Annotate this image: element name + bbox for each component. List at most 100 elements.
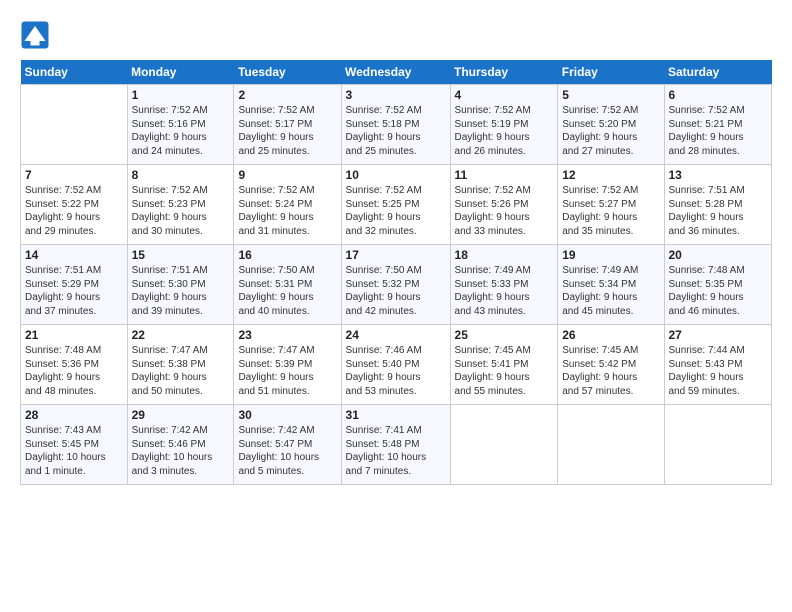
day-number: 2 [238,88,336,102]
day-number: 18 [455,248,554,262]
day-number: 23 [238,328,336,342]
calendar-cell: 15 Sunrise: 7:51 AMSunset: 5:30 PMDayligh… [127,245,234,325]
day-info: Sunrise: 7:52 AMSunset: 5:16 PMDaylight:… [132,104,230,158]
calendar-cell: 7 Sunrise: 7:52 AMSunset: 5:22 PMDaylight… [21,165,128,245]
logo-icon [20,20,50,50]
day-info: Sunrise: 7:52 AMSunset: 5:19 PMDaylight:… [455,104,554,158]
calendar-cell: 17 Sunrise: 7:50 AMSunset: 5:32 PMDayligh… [341,245,450,325]
weekday-header: Saturday [664,60,772,85]
calendar-cell: 29 Sunrise: 7:42 AMSunset: 5:46 PMDayligh… [127,405,234,485]
day-info: Sunrise: 7:48 AMSunset: 5:36 PMDaylight:… [25,344,123,398]
day-info: Sunrise: 7:52 AMSunset: 5:22 PMDaylight:… [25,184,123,238]
day-number: 14 [25,248,123,262]
calendar-cell: 10 Sunrise: 7:52 AMSunset: 5:25 PMDayligh… [341,165,450,245]
calendar-week-row: 21 Sunrise: 7:48 AMSunset: 5:36 PMDayligh… [21,325,772,405]
calendar-cell: 14 Sunrise: 7:51 AMSunset: 5:29 PMDayligh… [21,245,128,325]
day-info: Sunrise: 7:52 AMSunset: 5:18 PMDaylight:… [346,104,446,158]
calendar-cell: 12 Sunrise: 7:52 AMSunset: 5:27 PMDayligh… [558,165,664,245]
day-number: 31 [346,408,446,422]
day-number: 16 [238,248,336,262]
calendar-cell: 19Sunrise: 7:49 AMSunset: 5:34 PMDayligh… [558,245,664,325]
calendar-cell: 28 Sunrise: 7:43 AMSunset: 5:45 PMDayligh… [21,405,128,485]
day-number: 22 [132,328,230,342]
calendar-cell: 9Sunrise: 7:52 AMSunset: 5:24 PMDaylight… [234,165,341,245]
day-info: Sunrise: 7:42 AMSunset: 5:46 PMDaylight:… [132,424,230,478]
calendar-cell: 1Sunrise: 7:52 AMSunset: 5:16 PMDaylight… [127,85,234,165]
day-number: 21 [25,328,123,342]
day-info: Sunrise: 7:52 AMSunset: 5:26 PMDaylight:… [455,184,554,238]
calendar-cell [558,405,664,485]
calendar-cell: 13 Sunrise: 7:51 AMSunset: 5:28 PMDayligh… [664,165,772,245]
header [20,20,772,50]
day-info: Sunrise: 7:51 AMSunset: 5:29 PMDaylight:… [25,264,123,318]
day-info: Sunrise: 7:51 AMSunset: 5:28 PMDaylight:… [669,184,768,238]
calendar-cell: 4 Sunrise: 7:52 AMSunset: 5:19 PMDaylight… [450,85,558,165]
calendar-cell: 25 Sunrise: 7:45 AMSunset: 5:41 PMDayligh… [450,325,558,405]
calendar-cell: 30Sunrise: 7:42 AMSunset: 5:47 PMDayligh… [234,405,341,485]
weekday-header: Tuesday [234,60,341,85]
day-info: Sunrise: 7:45 AMSunset: 5:42 PMDaylight:… [562,344,659,398]
day-info: Sunrise: 7:52 AMSunset: 5:25 PMDaylight:… [346,184,446,238]
weekday-header: Thursday [450,60,558,85]
day-number: 19 [562,248,659,262]
day-info: Sunrise: 7:52 AMSunset: 5:20 PMDaylight:… [562,104,659,158]
day-number: 6 [669,88,768,102]
day-info: Sunrise: 7:46 AMSunset: 5:40 PMDaylight:… [346,344,446,398]
calendar-cell: 3 Sunrise: 7:52 AMSunset: 5:18 PMDaylight… [341,85,450,165]
day-number: 26 [562,328,659,342]
day-number: 4 [455,88,554,102]
day-info: Sunrise: 7:43 AMSunset: 5:45 PMDaylight:… [25,424,123,478]
calendar-cell: 23 Sunrise: 7:47 AMSunset: 5:39 PMDayligh… [234,325,341,405]
day-info: Sunrise: 7:50 AMSunset: 5:31 PMDaylight:… [238,264,336,318]
day-number: 24 [346,328,446,342]
logo [20,20,54,50]
calendar-cell: 26 Sunrise: 7:45 AMSunset: 5:42 PMDayligh… [558,325,664,405]
day-number: 13 [669,168,768,182]
calendar-week-row: 7 Sunrise: 7:52 AMSunset: 5:22 PMDaylight… [21,165,772,245]
day-info: Sunrise: 7:44 AMSunset: 5:43 PMDaylight:… [669,344,768,398]
calendar-cell: 18 Sunrise: 7:49 AMSunset: 5:33 PMDayligh… [450,245,558,325]
day-info: Sunrise: 7:49 AMSunset: 5:33 PMDaylight:… [455,264,554,318]
weekday-header: Monday [127,60,234,85]
day-info: Sunrise: 7:41 AMSunset: 5:48 PMDaylight:… [346,424,446,478]
calendar-cell: 21 Sunrise: 7:48 AMSunset: 5:36 PMDayligh… [21,325,128,405]
calendar-cell: 24 Sunrise: 7:46 AMSunset: 5:40 PMDayligh… [341,325,450,405]
day-number: 17 [346,248,446,262]
day-info: Sunrise: 7:50 AMSunset: 5:32 PMDaylight:… [346,264,446,318]
day-info: Sunrise: 7:52 AMSunset: 5:21 PMDaylight:… [669,104,768,158]
day-number: 3 [346,88,446,102]
day-number: 28 [25,408,123,422]
day-number: 30 [238,408,336,422]
weekday-header-row: SundayMondayTuesdayWednesdayThursdayFrid… [21,60,772,85]
day-info: Sunrise: 7:51 AMSunset: 5:30 PMDaylight:… [132,264,230,318]
day-info: Sunrise: 7:52 AMSunset: 5:24 PMDaylight:… [238,184,336,238]
day-number: 10 [346,168,446,182]
calendar-cell: 6 Sunrise: 7:52 AMSunset: 5:21 PMDaylight… [664,85,772,165]
calendar-cell [21,85,128,165]
calendar-cell: 31 Sunrise: 7:41 AMSunset: 5:48 PMDayligh… [341,405,450,485]
day-number: 11 [455,168,554,182]
weekday-header: Wednesday [341,60,450,85]
day-number: 7 [25,168,123,182]
day-number: 27 [669,328,768,342]
day-number: 15 [132,248,230,262]
day-info: Sunrise: 7:47 AMSunset: 5:38 PMDaylight:… [132,344,230,398]
day-info: Sunrise: 7:45 AMSunset: 5:41 PMDaylight:… [455,344,554,398]
day-info: Sunrise: 7:52 AMSunset: 5:17 PMDaylight:… [238,104,336,158]
day-info: Sunrise: 7:48 AMSunset: 5:35 PMDaylight:… [669,264,768,318]
calendar-week-row: 14 Sunrise: 7:51 AMSunset: 5:29 PMDayligh… [21,245,772,325]
day-info: Sunrise: 7:47 AMSunset: 5:39 PMDaylight:… [238,344,336,398]
calendar-table: SundayMondayTuesdayWednesdayThursdayFrid… [20,60,772,485]
calendar-cell [664,405,772,485]
calendar-cell: 20Sunrise: 7:48 AMSunset: 5:35 PMDayligh… [664,245,772,325]
weekday-header: Friday [558,60,664,85]
day-number: 25 [455,328,554,342]
day-number: 29 [132,408,230,422]
calendar-cell: 22 Sunrise: 7:47 AMSunset: 5:38 PMDayligh… [127,325,234,405]
day-info: Sunrise: 7:52 AMSunset: 5:27 PMDaylight:… [562,184,659,238]
calendar-cell: 27 Sunrise: 7:44 AMSunset: 5:43 PMDayligh… [664,325,772,405]
calendar-cell: 16 Sunrise: 7:50 AMSunset: 5:31 PMDayligh… [234,245,341,325]
day-number: 12 [562,168,659,182]
calendar-cell: 2 Sunrise: 7:52 AMSunset: 5:17 PMDaylight… [234,85,341,165]
day-number: 8 [132,168,230,182]
